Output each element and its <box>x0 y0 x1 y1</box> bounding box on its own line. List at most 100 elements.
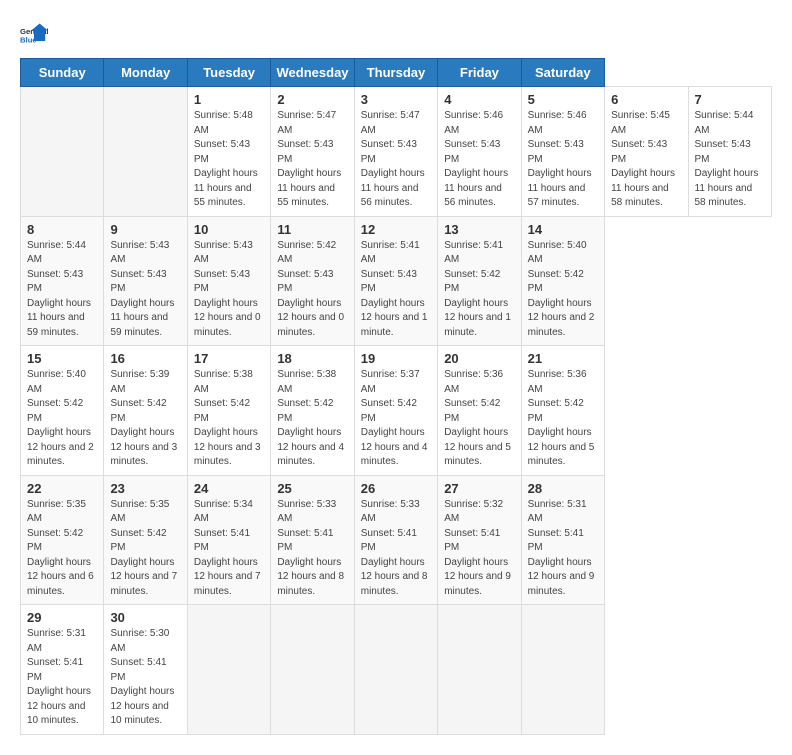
day-number: 19 <box>361 351 431 366</box>
day-detail: Sunrise: 5:30 AMSunset: 5:41 PMDaylight … <box>110 627 180 729</box>
day-number: 13 <box>444 222 514 237</box>
day-detail: Sunrise: 5:32 AMSunset: 5:41 PMDaylight … <box>444 498 514 600</box>
day-cell-25: 25 Sunrise: 5:33 AMSunset: 5:41 PMDayligh… <box>271 475 354 605</box>
day-number: 6 <box>611 92 681 107</box>
day-number: 4 <box>444 92 514 107</box>
day-number: 5 <box>528 92 598 107</box>
day-detail: Sunrise: 5:44 AMSunset: 5:43 PMDaylight … <box>695 109 766 211</box>
day-cell-10: 10 Sunrise: 5:43 AMSunset: 5:43 PMDayligh… <box>187 216 270 346</box>
day-detail: Sunrise: 5:31 AMSunset: 5:41 PMDaylight … <box>27 627 97 729</box>
calendar-table: SundayMondayTuesdayWednesdayThursdayFrid… <box>20 58 772 735</box>
day-cell-28: 28 Sunrise: 5:31 AMSunset: 5:41 PMDayligh… <box>521 475 604 605</box>
day-number: 22 <box>27 481 97 496</box>
day-detail: Sunrise: 5:48 AMSunset: 5:43 PMDaylight … <box>194 109 264 211</box>
day-number: 27 <box>444 481 514 496</box>
day-cell-3: 3Sunrise: 5:47 AMSunset: 5:43 PMDaylight… <box>354 87 437 217</box>
day-detail: Sunrise: 5:36 AMSunset: 5:42 PMDaylight … <box>528 368 598 470</box>
day-detail: Sunrise: 5:43 AMSunset: 5:43 PMDaylight … <box>194 239 264 341</box>
day-cell-5: 5 Sunrise: 5:46 AMSunset: 5:43 PMDaylight… <box>521 87 604 217</box>
column-header-monday: Monday <box>104 59 187 87</box>
empty-cell <box>187 605 270 735</box>
empty-cell <box>104 87 187 217</box>
day-detail: Sunrise: 5:41 AMSunset: 5:42 PMDaylight … <box>444 239 514 341</box>
day-detail: Sunrise: 5:43 AMSunset: 5:43 PMDaylight … <box>110 239 180 341</box>
day-detail: Sunrise: 5:46 AMSunset: 5:43 PMDaylight … <box>444 109 514 211</box>
day-cell-20: 20 Sunrise: 5:36 AMSunset: 5:42 PMDayligh… <box>438 346 521 476</box>
day-number: 11 <box>277 222 347 237</box>
day-cell-8: 8 Sunrise: 5:44 AMSunset: 5:43 PMDaylight… <box>21 216 104 346</box>
day-detail: Sunrise: 5:38 AMSunset: 5:42 PMDaylight … <box>277 368 347 470</box>
day-detail: Sunrise: 5:35 AMSunset: 5:42 PMDaylight … <box>110 498 180 600</box>
day-detail: Sunrise: 5:41 AMSunset: 5:43 PMDaylight … <box>361 239 431 341</box>
day-detail: Sunrise: 5:46 AMSunset: 5:43 PMDaylight … <box>528 109 598 211</box>
day-cell-24: 24Sunrise: 5:34 AMSunset: 5:41 PMDayligh… <box>187 475 270 605</box>
day-detail: Sunrise: 5:38 AMSunset: 5:42 PMDaylight … <box>194 368 264 470</box>
day-number: 20 <box>444 351 514 366</box>
day-number: 26 <box>361 481 431 496</box>
day-detail: Sunrise: 5:42 AMSunset: 5:43 PMDaylight … <box>277 239 347 341</box>
day-number: 14 <box>528 222 598 237</box>
day-cell-18: 18 Sunrise: 5:38 AMSunset: 5:42 PMDayligh… <box>271 346 354 476</box>
day-number: 16 <box>110 351 180 366</box>
day-number: 21 <box>528 351 598 366</box>
day-detail: Sunrise: 5:40 AMSunset: 5:42 PMDaylight … <box>27 368 97 470</box>
day-detail: Sunrise: 5:33 AMSunset: 5:41 PMDaylight … <box>361 498 431 600</box>
day-number: 25 <box>277 481 347 496</box>
day-number: 17 <box>194 351 264 366</box>
day-detail: Sunrise: 5:35 AMSunset: 5:42 PMDaylight … <box>27 498 97 600</box>
day-detail: Sunrise: 5:31 AMSunset: 5:41 PMDaylight … <box>528 498 598 600</box>
empty-cell <box>21 87 104 217</box>
day-detail: Sunrise: 5:47 AMSunset: 5:43 PMDaylight … <box>277 109 347 211</box>
day-detail: Sunrise: 5:34 AMSunset: 5:41 PMDaylight … <box>194 498 264 600</box>
calendar-week-1: 1 Sunrise: 5:48 AMSunset: 5:43 PMDaylight… <box>21 87 772 217</box>
calendar-week-3: 15 Sunrise: 5:40 AMSunset: 5:42 PMDayligh… <box>21 346 772 476</box>
day-number: 3 <box>361 92 431 107</box>
day-cell-2: 2 Sunrise: 5:47 AMSunset: 5:43 PMDaylight… <box>271 87 354 217</box>
day-detail: Sunrise: 5:33 AMSunset: 5:41 PMDaylight … <box>277 498 347 600</box>
column-header-wednesday: Wednesday <box>271 59 354 87</box>
day-cell-13: 13 Sunrise: 5:41 AMSunset: 5:42 PMDayligh… <box>438 216 521 346</box>
day-cell-9: 9 Sunrise: 5:43 AMSunset: 5:43 PMDaylight… <box>104 216 187 346</box>
day-number: 23 <box>110 481 180 496</box>
day-cell-15: 15 Sunrise: 5:40 AMSunset: 5:42 PMDayligh… <box>21 346 104 476</box>
day-cell-17: 17 Sunrise: 5:38 AMSunset: 5:42 PMDayligh… <box>187 346 270 476</box>
day-detail: Sunrise: 5:36 AMSunset: 5:42 PMDaylight … <box>444 368 514 470</box>
empty-cell <box>438 605 521 735</box>
day-cell-27: 27 Sunrise: 5:32 AMSunset: 5:41 PMDayligh… <box>438 475 521 605</box>
day-cell-14: 14 Sunrise: 5:40 AMSunset: 5:42 PMDayligh… <box>521 216 604 346</box>
column-header-friday: Friday <box>438 59 521 87</box>
header: General Blue <box>20 20 772 48</box>
logo-icon: General Blue <box>20 20 48 48</box>
day-cell-19: 19 Sunrise: 5:37 AMSunset: 5:42 PMDayligh… <box>354 346 437 476</box>
day-detail: Sunrise: 5:40 AMSunset: 5:42 PMDaylight … <box>528 239 598 341</box>
day-number: 15 <box>27 351 97 366</box>
day-detail: Sunrise: 5:37 AMSunset: 5:42 PMDaylight … <box>361 368 431 470</box>
day-number: 18 <box>277 351 347 366</box>
day-cell-16: 16 Sunrise: 5:39 AMSunset: 5:42 PMDayligh… <box>104 346 187 476</box>
day-cell-23: 23 Sunrise: 5:35 AMSunset: 5:42 PMDayligh… <box>104 475 187 605</box>
day-cell-26: 26 Sunrise: 5:33 AMSunset: 5:41 PMDayligh… <box>354 475 437 605</box>
day-cell-1: 1 Sunrise: 5:48 AMSunset: 5:43 PMDaylight… <box>187 87 270 217</box>
column-header-saturday: Saturday <box>521 59 604 87</box>
day-number: 30 <box>110 610 180 625</box>
day-detail: Sunrise: 5:44 AMSunset: 5:43 PMDaylight … <box>27 239 97 341</box>
empty-cell <box>354 605 437 735</box>
day-number: 8 <box>27 222 97 237</box>
day-number: 7 <box>695 92 766 107</box>
day-cell-7: 7 Sunrise: 5:44 AMSunset: 5:43 PMDaylight… <box>688 87 772 217</box>
day-number: 10 <box>194 222 264 237</box>
day-detail: Sunrise: 5:39 AMSunset: 5:42 PMDaylight … <box>110 368 180 470</box>
column-header-tuesday: Tuesday <box>187 59 270 87</box>
day-number: 28 <box>528 481 598 496</box>
day-number: 2 <box>277 92 347 107</box>
day-number: 1 <box>194 92 264 107</box>
day-cell-29: 29 Sunrise: 5:31 AMSunset: 5:41 PMDayligh… <box>21 605 104 735</box>
day-number: 9 <box>110 222 180 237</box>
logo: General Blue <box>20 20 48 48</box>
day-cell-11: 11 Sunrise: 5:42 AMSunset: 5:43 PMDayligh… <box>271 216 354 346</box>
day-cell-22: 22 Sunrise: 5:35 AMSunset: 5:42 PMDayligh… <box>21 475 104 605</box>
day-cell-6: 6Sunrise: 5:45 AMSunset: 5:43 PMDaylight… <box>605 87 688 217</box>
day-number: 12 <box>361 222 431 237</box>
day-cell-21: 21 Sunrise: 5:36 AMSunset: 5:42 PMDayligh… <box>521 346 604 476</box>
day-number: 29 <box>27 610 97 625</box>
